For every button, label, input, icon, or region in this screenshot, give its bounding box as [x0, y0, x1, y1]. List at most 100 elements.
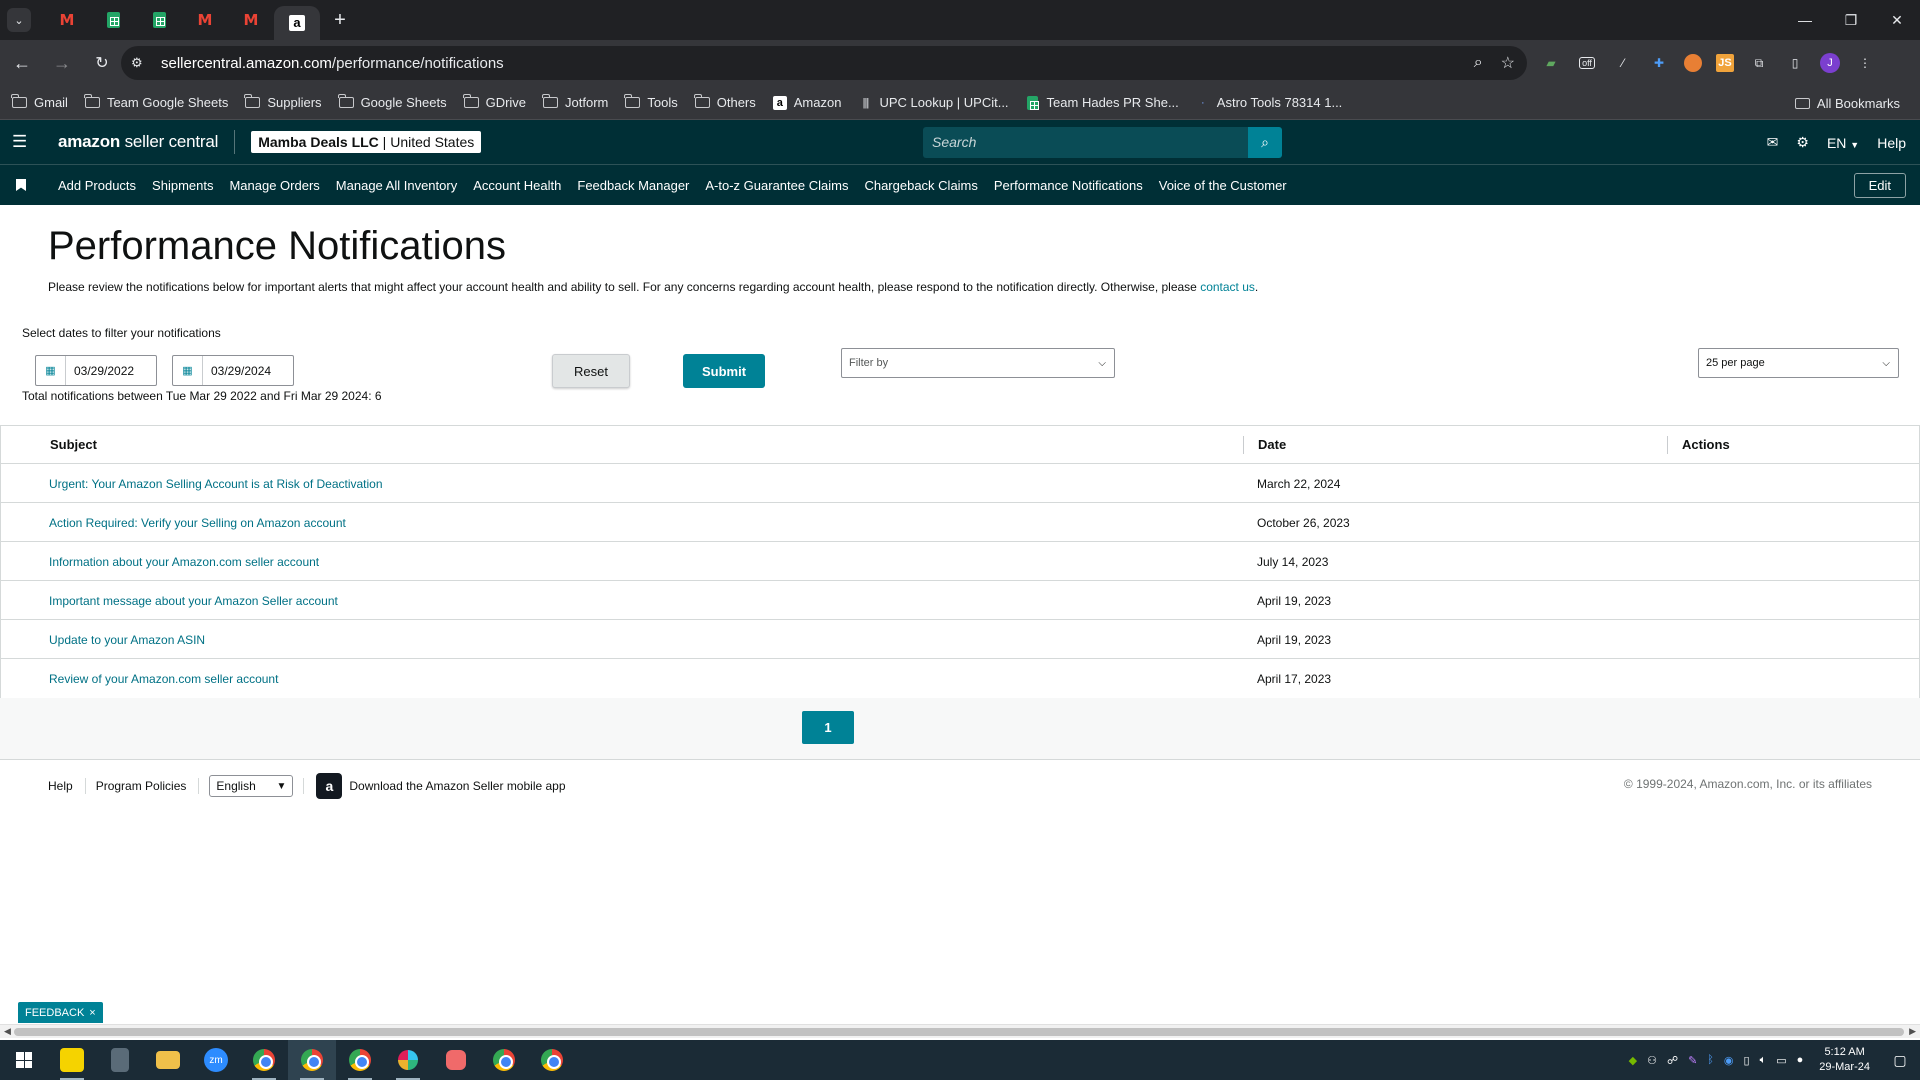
- download-app-link[interactable]: Download the Amazon Seller mobile app: [349, 779, 565, 793]
- battery-icon[interactable]: ▯: [1744, 1054, 1750, 1067]
- taskbar-chrome-1[interactable]: [240, 1040, 288, 1080]
- search-input[interactable]: Search: [923, 127, 1248, 158]
- search-button[interactable]: ⌕: [1248, 127, 1282, 158]
- people-icon[interactable]: ⚇: [1647, 1054, 1657, 1067]
- hamburger-menu-icon[interactable]: ☰: [12, 132, 32, 152]
- notification-center-icon[interactable]: ▢: [1880, 1052, 1920, 1069]
- extensions-menu-icon[interactable]: ⧉: [1748, 52, 1770, 74]
- profile-avatar[interactable]: J: [1820, 53, 1840, 73]
- tab-amazon-active[interactable]: a: [274, 6, 320, 40]
- tab-sheets-2[interactable]: [136, 0, 182, 40]
- calendar-icon[interactable]: ▦: [173, 356, 203, 385]
- tab-gmail-2[interactable]: M: [182, 0, 228, 40]
- taskbar-chrome-2[interactable]: [288, 1040, 336, 1080]
- taskbar-chrome-5[interactable]: [528, 1040, 576, 1080]
- restore-button[interactable]: ❐: [1828, 0, 1874, 40]
- side-panel-icon[interactable]: ▯: [1784, 52, 1806, 74]
- bookmark-tools[interactable]: Tools: [624, 94, 678, 110]
- nav-account-health[interactable]: Account Health: [473, 178, 561, 193]
- footer-language-select[interactable]: English ▼: [209, 775, 294, 797]
- bookmark-star-icon[interactable]: ☆: [1501, 53, 1515, 73]
- tab-sheets-1[interactable]: [90, 0, 136, 40]
- system-clock[interactable]: 5:12 AM 29-Mar-24: [1819, 1045, 1870, 1075]
- date-to-field[interactable]: ▦ 03/29/2024: [172, 355, 294, 386]
- scroll-left-arrow-icon[interactable]: ◀: [4, 1026, 11, 1037]
- date-from-field[interactable]: ▦ 03/29/2022: [35, 355, 157, 386]
- tab-gmail-1[interactable]: M: [44, 0, 90, 40]
- bookmark-astro-tools[interactable]: · Astro Tools 78314 1...: [1196, 95, 1342, 110]
- bookmark-pin-icon[interactable]: [16, 179, 26, 191]
- notification-subject-link[interactable]: Urgent: Your Amazon Selling Account is a…: [49, 477, 383, 491]
- scrollbar-thumb[interactable]: [14, 1028, 1904, 1036]
- puzzle-blue-extension-icon[interactable]: ✚: [1648, 52, 1670, 74]
- orange-extension-icon[interactable]: [1684, 54, 1702, 72]
- all-bookmarks[interactable]: All Bookmarks: [1794, 86, 1900, 120]
- footer-program-policies-link[interactable]: Program Policies: [96, 779, 187, 793]
- taskbar-asana[interactable]: [432, 1040, 480, 1080]
- footer-help-link[interactable]: Help: [48, 779, 73, 793]
- bookmark-jotform[interactable]: Jotform: [542, 94, 608, 110]
- taskbar-sticky-notes[interactable]: [48, 1040, 96, 1080]
- amazon-seller-app-icon[interactable]: a: [316, 773, 343, 799]
- address-bar[interactable]: ⚙ sellercentral.amazon.com/performance/n…: [121, 46, 1527, 80]
- reset-button[interactable]: Reset: [552, 354, 630, 388]
- js-extension-icon[interactable]: JS: [1716, 54, 1734, 72]
- feedback-button[interactable]: FEEDBACK ×: [18, 1002, 103, 1023]
- nvidia-icon[interactable]: ◆: [1629, 1054, 1637, 1067]
- nav-performance-notifications[interactable]: Performance Notifications: [994, 178, 1143, 193]
- filter-by-select[interactable]: Filter by ⌵: [841, 348, 1115, 378]
- minimize-button[interactable]: —: [1782, 0, 1828, 40]
- site-info-icon[interactable]: ⚙: [131, 55, 149, 71]
- extension-off-icon[interactable]: off: [1576, 52, 1598, 74]
- taskbar-zoom[interactable]: zm: [192, 1040, 240, 1080]
- pen-icon[interactable]: ✎: [1688, 1054, 1697, 1067]
- taskbar-chrome-3[interactable]: [336, 1040, 384, 1080]
- nav-chargeback-claims[interactable]: Chargeback Claims: [864, 178, 977, 193]
- zoom-icon[interactable]: ⌕: [1474, 54, 1483, 72]
- account-switcher[interactable]: Mamba Deals LLC | United States: [251, 131, 482, 153]
- keepa-extension-icon[interactable]: ▰: [1540, 52, 1562, 74]
- back-button[interactable]: ←: [4, 45, 40, 81]
- bookmark-upc-lookup[interactable]: ||| UPC Lookup | UPCit...: [858, 95, 1009, 110]
- taskbar-file-explorer[interactable]: [144, 1040, 192, 1080]
- taskbar-calculator[interactable]: [96, 1040, 144, 1080]
- horizontal-scrollbar[interactable]: ◀ ▶: [0, 1024, 1920, 1038]
- calendar-icon[interactable]: ▦: [36, 356, 66, 385]
- page-button-current[interactable]: 1: [802, 711, 854, 744]
- bookmark-gmail[interactable]: Gmail: [11, 94, 68, 110]
- close-window-button[interactable]: ✕: [1874, 0, 1920, 40]
- nav-manage-orders[interactable]: Manage Orders: [229, 178, 319, 193]
- bookmark-gdrive[interactable]: GDrive: [462, 94, 526, 110]
- nav-feedback-manager[interactable]: Feedback Manager: [577, 178, 689, 193]
- notification-subject-link[interactable]: Information about your Amazon.com seller…: [49, 555, 319, 569]
- contact-us-link[interactable]: contact us: [1200, 280, 1255, 294]
- mail-icon[interactable]: ✉: [1767, 134, 1779, 151]
- nav-manage-all-inventory[interactable]: Manage All Inventory: [336, 178, 457, 193]
- bookmark-suppliers[interactable]: Suppliers: [244, 94, 322, 110]
- notification-subject-link[interactable]: Action Required: Verify your Selling on …: [49, 516, 346, 530]
- nav-voice-of-customer[interactable]: Voice of the Customer: [1159, 178, 1287, 193]
- bookmark-team-hades[interactable]: Team Hades PR She...: [1026, 95, 1179, 110]
- submit-button[interactable]: Submit: [683, 354, 765, 388]
- edit-nav-button[interactable]: Edit: [1853, 173, 1906, 198]
- start-button[interactable]: [0, 1040, 48, 1080]
- forward-button[interactable]: →: [44, 45, 80, 81]
- seller-central-logo[interactable]: amazon seller central: [58, 132, 218, 152]
- network-share-icon[interactable]: ☍: [1667, 1054, 1678, 1067]
- bookmark-amazon[interactable]: a Amazon: [772, 95, 841, 110]
- network-icon[interactable]: ▭: [1776, 1054, 1786, 1067]
- browser-menu-icon[interactable]: ⋮: [1854, 52, 1876, 74]
- language-selector[interactable]: EN ▼: [1827, 135, 1859, 151]
- help-link[interactable]: Help: [1877, 135, 1906, 151]
- microphone-icon[interactable]: ●: [1797, 1054, 1804, 1066]
- notification-subject-link[interactable]: Important message about your Amazon Sell…: [49, 594, 338, 608]
- tab-gmail-3[interactable]: M: [228, 0, 274, 40]
- taskbar-slack[interactable]: [384, 1040, 432, 1080]
- nav-shipments[interactable]: Shipments: [152, 178, 213, 193]
- reload-button[interactable]: ↻: [84, 45, 120, 81]
- zoom-tray-icon[interactable]: ◉: [1724, 1054, 1734, 1067]
- bookmark-google-sheets[interactable]: Google Sheets: [337, 94, 447, 110]
- bookmark-team-google-sheets[interactable]: Team Google Sheets: [83, 94, 228, 110]
- nav-a-to-z-claims[interactable]: A-to-z Guarantee Claims: [705, 178, 848, 193]
- notification-subject-link[interactable]: Update to your Amazon ASIN: [49, 633, 205, 647]
